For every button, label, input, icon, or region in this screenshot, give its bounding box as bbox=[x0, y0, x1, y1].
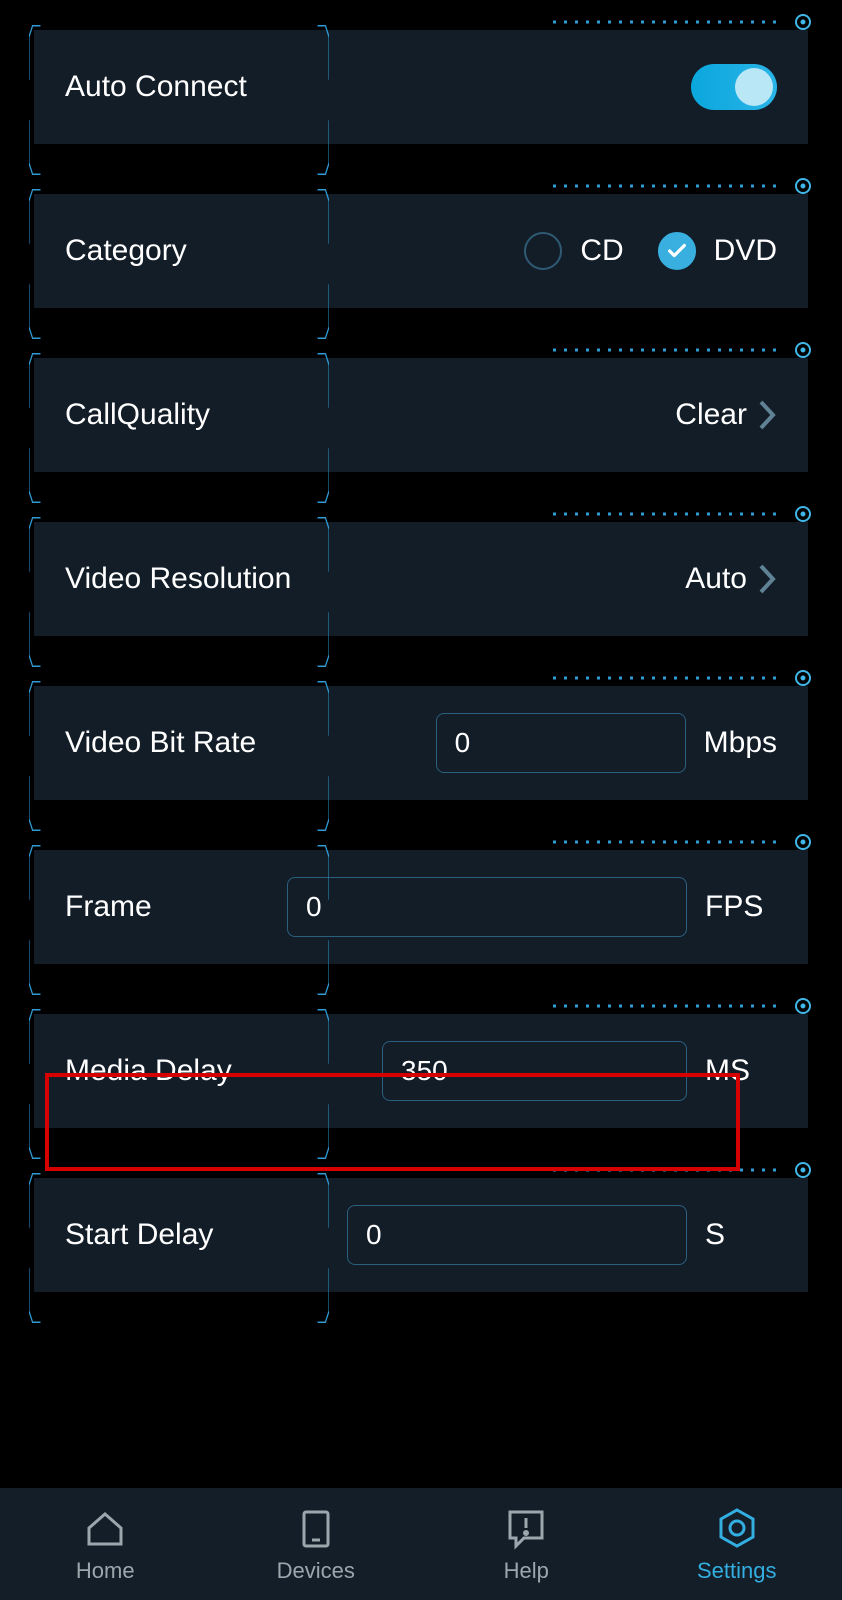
help-icon bbox=[502, 1504, 550, 1552]
video-bit-rate-unit: Mbps bbox=[704, 726, 777, 760]
radio-cd[interactable] bbox=[524, 232, 562, 270]
check-icon bbox=[666, 240, 688, 262]
row-frame: Frame FPS bbox=[34, 850, 808, 964]
panel-top-decoration bbox=[553, 177, 813, 195]
auto-connect-toggle[interactable] bbox=[691, 64, 777, 110]
category-label: Category bbox=[65, 234, 187, 268]
frame-input[interactable] bbox=[287, 877, 687, 937]
home-icon bbox=[81, 1504, 129, 1552]
radio-dvd-label: DVD bbox=[714, 234, 777, 268]
row-call-quality[interactable]: CallQuality Clear bbox=[34, 358, 808, 472]
media-delay-input[interactable] bbox=[382, 1041, 687, 1101]
row-media-delay: Media Delay MS bbox=[34, 1014, 808, 1128]
start-delay-input[interactable] bbox=[347, 1205, 687, 1265]
panel-top-decoration bbox=[553, 833, 813, 851]
row-auto-connect[interactable]: Auto Connect bbox=[34, 30, 808, 144]
row-video-bit-rate: Video Bit Rate Mbps bbox=[34, 686, 808, 800]
tab-home-label: Home bbox=[76, 1558, 135, 1584]
tab-help[interactable]: Help bbox=[421, 1488, 632, 1600]
media-delay-label: Media Delay bbox=[65, 1054, 232, 1088]
auto-connect-label: Auto Connect bbox=[65, 70, 247, 104]
category-radio-group: CD DVD bbox=[524, 232, 777, 270]
row-video-resolution[interactable]: Video Resolution Auto bbox=[34, 522, 808, 636]
media-delay-unit: MS bbox=[705, 1054, 777, 1088]
tab-settings[interactable]: Settings bbox=[632, 1488, 842, 1600]
video-resolution-label: Video Resolution bbox=[65, 562, 291, 596]
tab-devices[interactable]: Devices bbox=[211, 1488, 422, 1600]
panel-top-decoration bbox=[553, 997, 813, 1015]
panel-top-decoration bbox=[553, 669, 813, 687]
video-resolution-value: Auto bbox=[685, 562, 747, 596]
frame-unit: FPS bbox=[705, 890, 777, 924]
tab-bar: Home Devices Help Settings bbox=[0, 1488, 842, 1600]
panel-top-decoration bbox=[553, 505, 813, 523]
tab-help-label: Help bbox=[504, 1558, 549, 1584]
start-delay-label: Start Delay bbox=[65, 1218, 213, 1252]
panel-top-decoration bbox=[553, 13, 813, 31]
settings-icon bbox=[713, 1504, 761, 1552]
call-quality-label: CallQuality bbox=[65, 398, 210, 432]
radio-cd-label: CD bbox=[580, 234, 623, 268]
tab-settings-label: Settings bbox=[697, 1558, 777, 1584]
row-start-delay: Start Delay S bbox=[34, 1178, 808, 1292]
panel-top-decoration bbox=[553, 1161, 813, 1179]
start-delay-unit: S bbox=[705, 1218, 777, 1252]
chevron-right-icon bbox=[757, 562, 777, 596]
radio-dvd[interactable] bbox=[658, 232, 696, 270]
video-bit-rate-label: Video Bit Rate bbox=[65, 726, 256, 760]
tab-devices-label: Devices bbox=[277, 1558, 355, 1584]
toggle-knob bbox=[735, 68, 773, 106]
panel-top-decoration bbox=[553, 341, 813, 359]
devices-icon bbox=[292, 1504, 340, 1552]
call-quality-value: Clear bbox=[675, 398, 747, 432]
row-category: Category CD DVD bbox=[34, 194, 808, 308]
chevron-right-icon bbox=[757, 398, 777, 432]
frame-label: Frame bbox=[65, 890, 152, 924]
video-bit-rate-input[interactable] bbox=[436, 713, 686, 773]
tab-home[interactable]: Home bbox=[0, 1488, 211, 1600]
